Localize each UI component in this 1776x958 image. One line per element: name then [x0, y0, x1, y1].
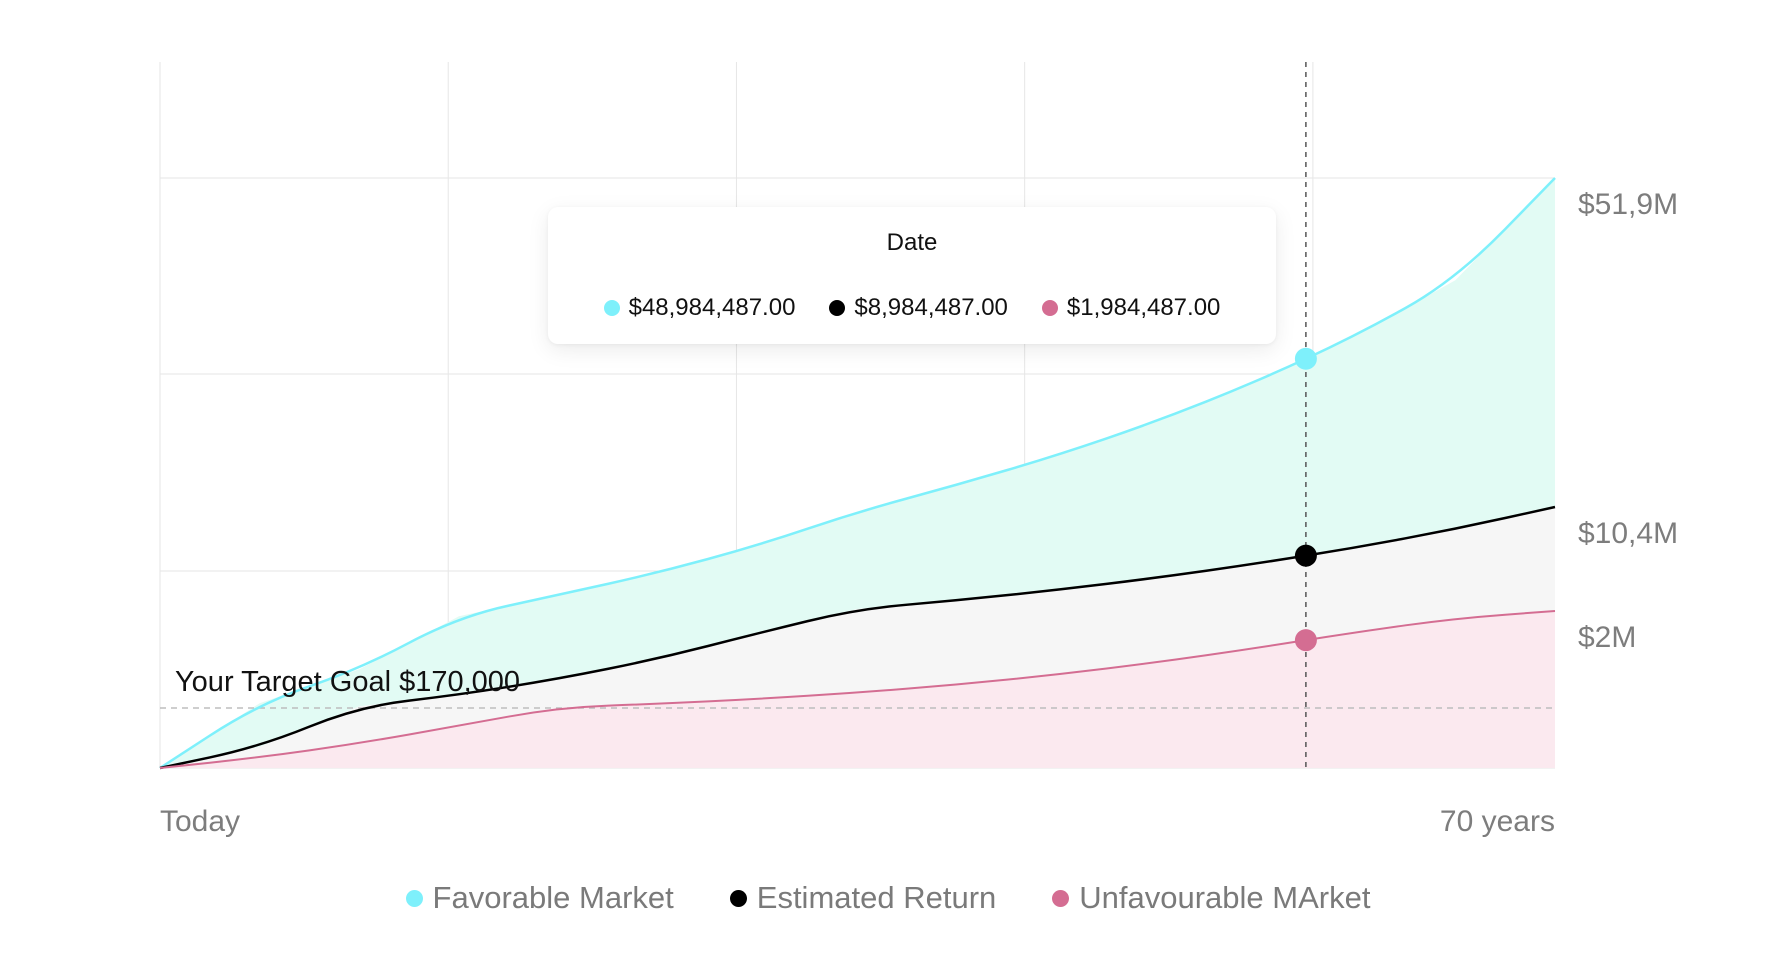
- tooltip-title: Date: [886, 229, 938, 256]
- estimated-return-hover-point[interactable]: [1294, 544, 1317, 567]
- unfavourable-dot-icon: [1052, 889, 1070, 907]
- unfavourable-dot-icon: [1041, 300, 1058, 316]
- x-axis-end-label: 70 years: [1440, 805, 1555, 838]
- estimated-dot-icon: [729, 889, 747, 907]
- tooltip-estimated-value: $8,984,487.00: [829, 294, 1008, 322]
- target-goal-label: Your Target Goal $170,000: [175, 666, 520, 698]
- projection-chart: Your Target Goal $170,000 $51,9M $10,4M …: [159, 62, 1678, 838]
- legend-item-estimated-return[interactable]: Estimated Return: [729, 880, 997, 916]
- y-tick-label-favorable: $51,9M: [1578, 188, 1678, 221]
- favorable-market-hover-point[interactable]: [1294, 347, 1317, 370]
- tooltip-values: $48,984,487.00 $8,984,487.00 $1,984,487.…: [548, 294, 1276, 322]
- y-tick-label-estimated: $10,4M: [1578, 517, 1678, 550]
- chart-legend: Favorable Market Estimated Return Unfavo…: [0, 880, 1776, 916]
- unfavourable-market-hover-point[interactable]: [1294, 629, 1317, 652]
- legend-item-unfavourable-market[interactable]: Unfavourable MArket: [1052, 880, 1370, 916]
- legend-label: Unfavourable MArket: [1079, 880, 1371, 915]
- estimated-dot-icon: [829, 300, 846, 316]
- legend-label: Estimated Return: [756, 880, 997, 915]
- tooltip-value-text: $8,984,487.00: [854, 294, 1008, 321]
- tooltip-value-text: $48,984,487.00: [628, 294, 796, 321]
- tooltip-value-text: $1,984,487.00: [1066, 294, 1221, 321]
- tooltip-unfavorable-value: $1,984,487.00: [1041, 294, 1221, 322]
- legend-label: Favorable Market: [432, 880, 674, 915]
- tooltip-favorable-value: $48,984,487.00: [603, 294, 796, 322]
- hover-tooltip: Date $48,984,487.00 $8,984,487.00 $1,984…: [548, 207, 1276, 344]
- x-axis-start-label: Today: [160, 805, 240, 838]
- y-tick-label-unfavorable: $2M: [1578, 621, 1636, 654]
- legend-item-favorable-market[interactable]: Favorable Market: [405, 880, 674, 916]
- favorable-dot-icon: [405, 889, 423, 907]
- favorable-dot-icon: [603, 300, 620, 316]
